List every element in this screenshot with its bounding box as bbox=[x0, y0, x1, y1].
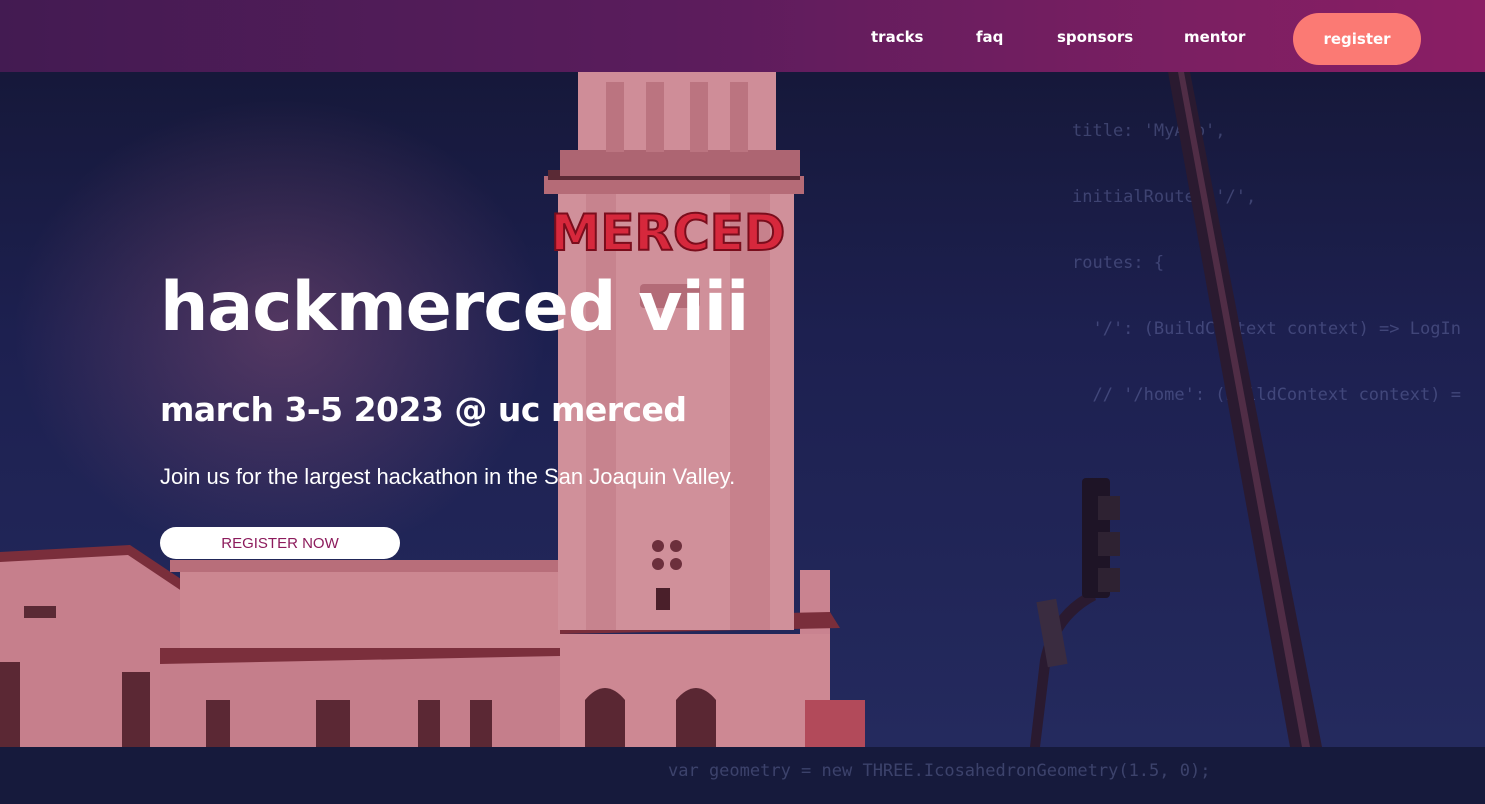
hero-tagline: Join us for the largest hackathon in the… bbox=[160, 464, 736, 489]
hero-building-image: MERCED bbox=[0, 72, 1322, 747]
nav-link-sponsors[interactable]: sponsors bbox=[1057, 28, 1133, 46]
code-line: var geometry = new THREE.IcosahedronGeom… bbox=[668, 761, 1211, 781]
register-button[interactable]: register bbox=[1293, 13, 1421, 65]
nav-link-tracks[interactable]: tracks bbox=[871, 28, 924, 46]
nav-link-mentor[interactable]: mentor bbox=[1184, 28, 1245, 46]
register-now-button[interactable]: REGISTER NOW bbox=[160, 527, 400, 559]
top-navbar: tracks faq sponsors mentor register bbox=[0, 0, 1485, 72]
hero-date: march 3-5 2023 @ uc merced bbox=[160, 390, 687, 429]
hero-title: hackmerced viii bbox=[160, 268, 749, 347]
nav-link-faq[interactable]: faq bbox=[976, 28, 1003, 46]
merced-sign: MERCED bbox=[551, 204, 786, 262]
